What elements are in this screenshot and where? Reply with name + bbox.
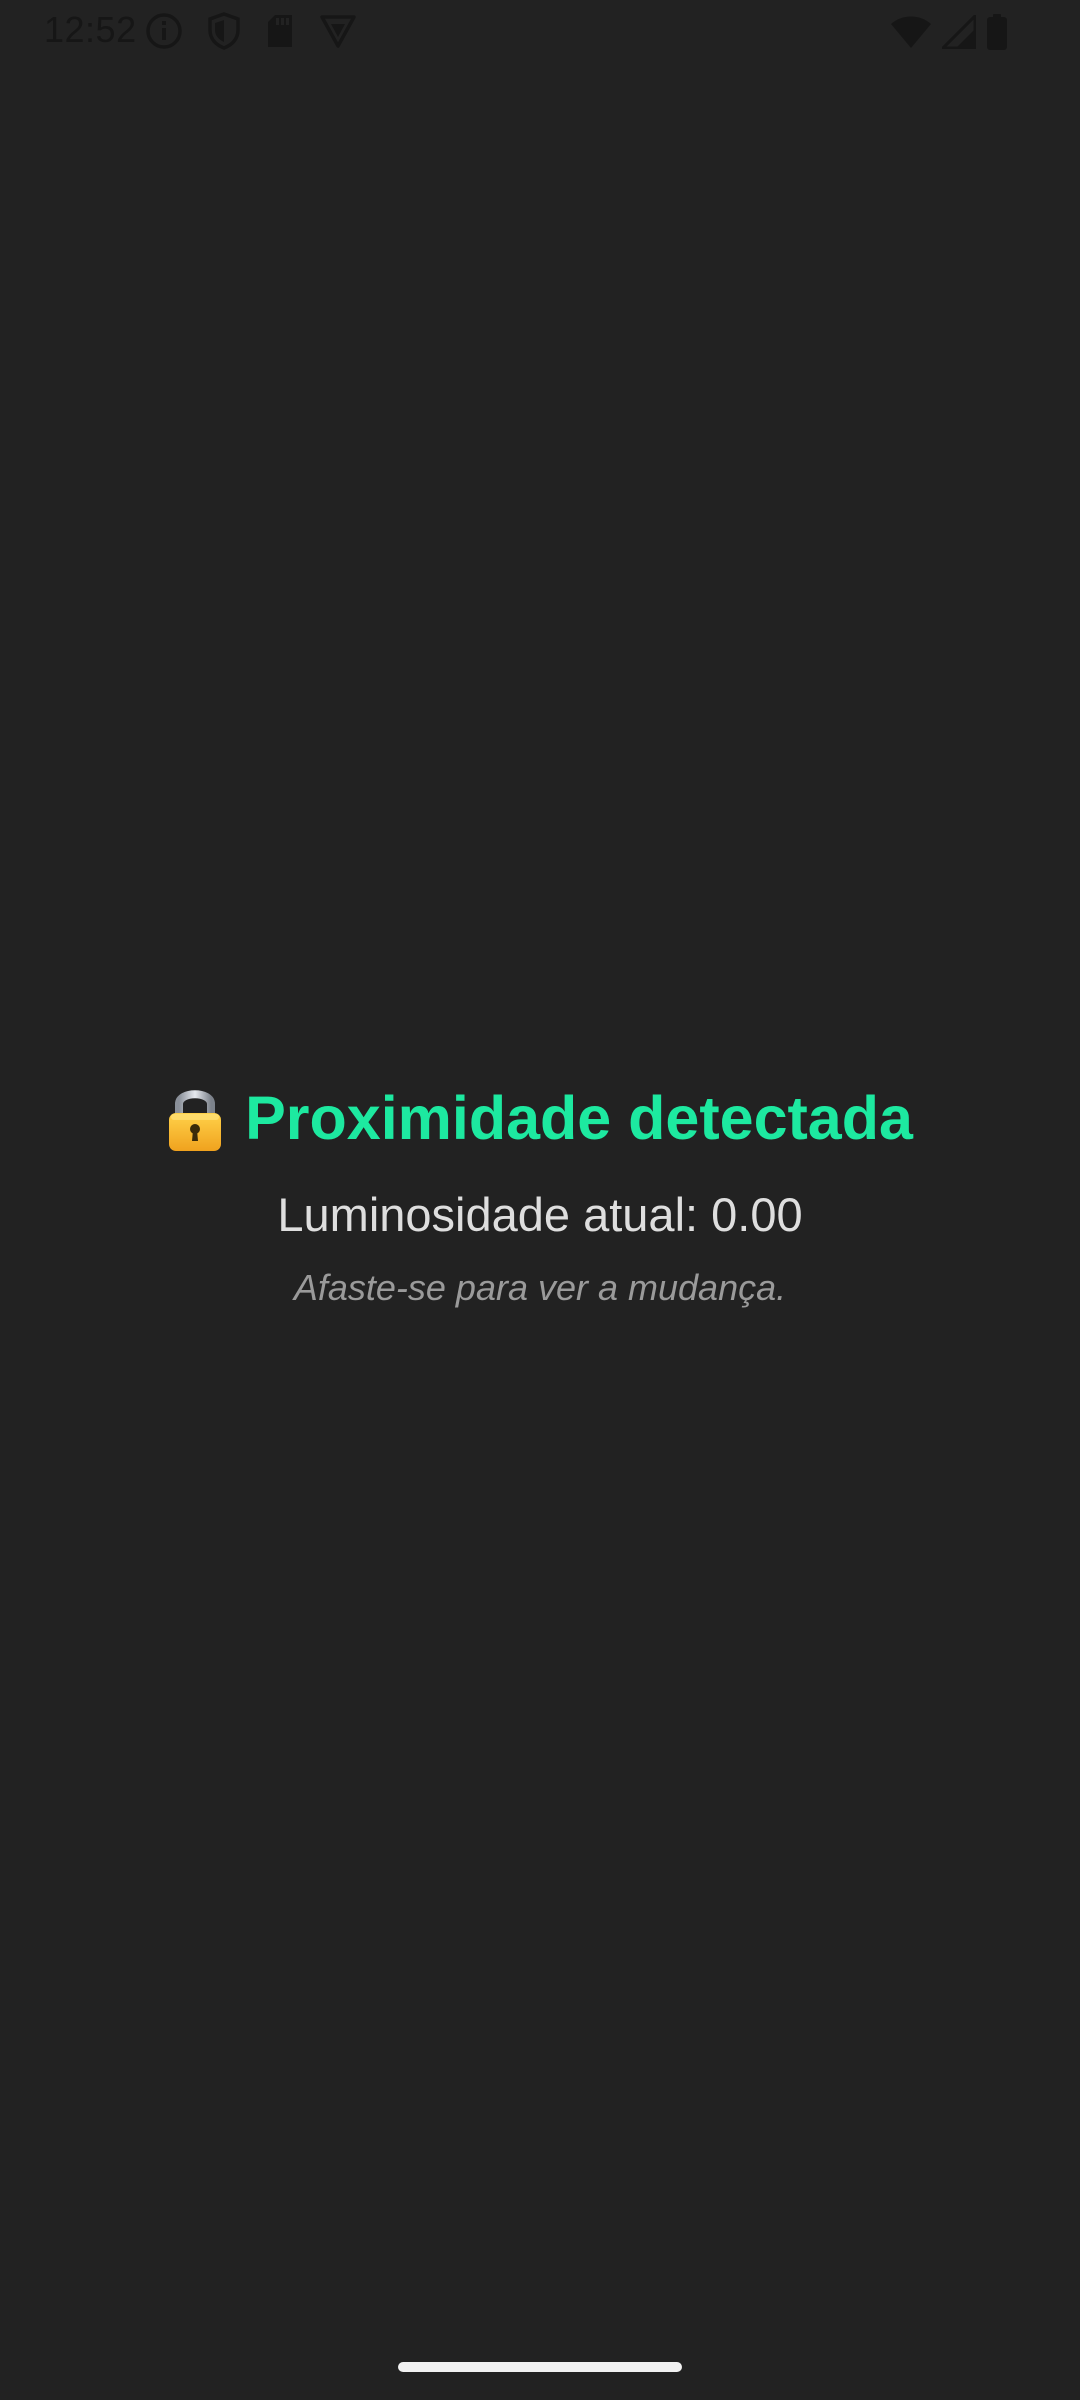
vpn-icon — [319, 13, 357, 49]
sd-card-icon — [265, 13, 295, 49]
lock-icon — [167, 1083, 223, 1153]
status-icons-right — [890, 13, 1008, 51]
cellular-signal-icon — [942, 15, 976, 49]
gesture-navigation-handle[interactable] — [398, 2362, 682, 2372]
hint-text: Afaste-se para ver a mudança. — [293, 1267, 787, 1308]
status-icons-left — [145, 11, 357, 51]
status-time: 12:52 — [44, 9, 137, 50]
wifi-icon — [890, 15, 932, 49]
info-icon — [145, 12, 183, 50]
shield-icon — [207, 12, 241, 50]
luminosity-value: Luminosidade atual: 0.00 — [277, 1188, 803, 1241]
proximity-title: Proximidade detectada — [245, 1084, 913, 1152]
battery-icon — [986, 14, 1008, 50]
proximity-message: Proximidade detectada Luminosidade atual… — [0, 1075, 1080, 1311]
status-bar: 12:52 — [0, 0, 1080, 62]
title-row: Proximidade detectada — [0, 1075, 1080, 1161]
